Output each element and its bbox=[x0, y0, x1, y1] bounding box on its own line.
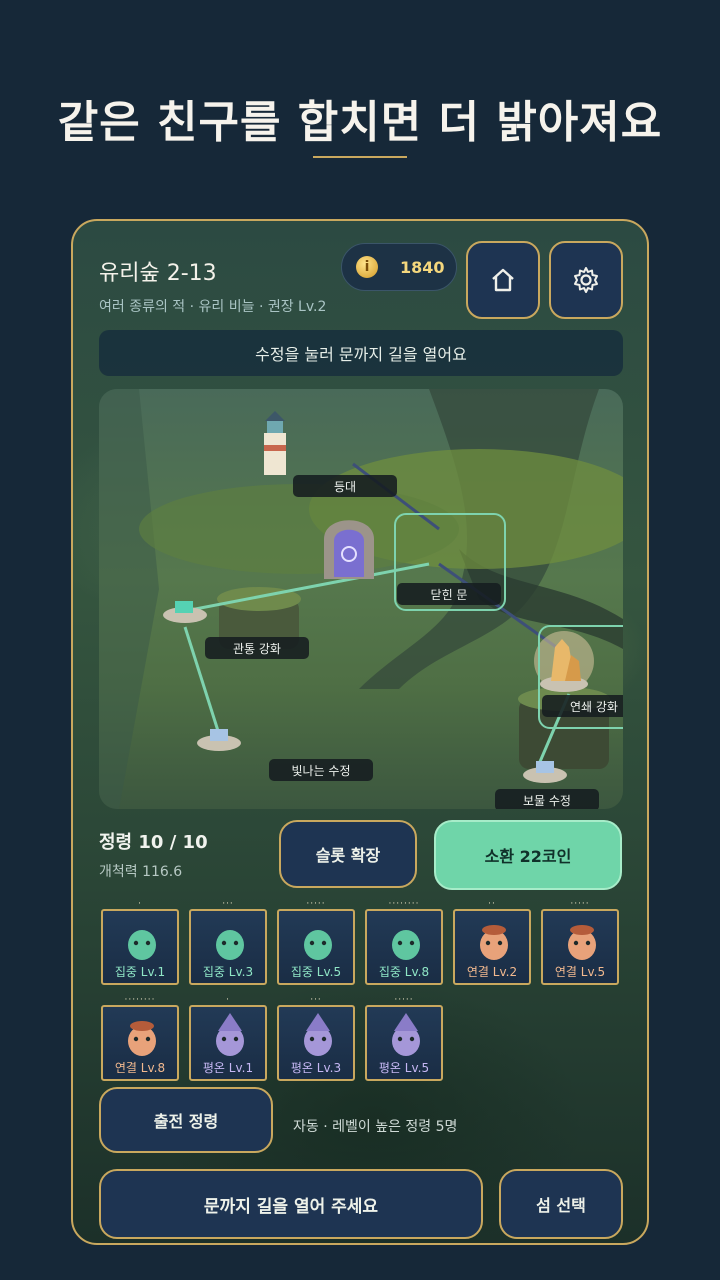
spirit-link-icon bbox=[568, 925, 596, 960]
spirit-label: 평온 Lv.1 bbox=[202, 1061, 254, 1075]
spirit-count: 정령 10 / 10 bbox=[99, 832, 208, 853]
coin-icon: i bbox=[356, 256, 378, 278]
spirit-label: 연결 Lv.8 bbox=[114, 1061, 166, 1075]
spirit-label: 평온 Lv.3 bbox=[290, 1061, 342, 1075]
spirit-level-dots: · bbox=[138, 899, 142, 909]
spirit-card[interactable]: ····· 집중 Lv.5 bbox=[277, 899, 355, 985]
node-label-pierce[interactable]: 관통 강화 bbox=[205, 637, 309, 659]
spirit-card[interactable]: ········ 연결 Lv.8 bbox=[101, 995, 179, 1081]
hint-banner: 수정을 눌러 문까지 길을 열어요 bbox=[99, 330, 623, 376]
stage-subtitle: 여러 종류의 적 · 유리 비늘 · 권장 Lv.2 bbox=[99, 299, 327, 315]
spirit-card[interactable]: ····· 평온 Lv.5 bbox=[365, 995, 443, 1081]
node-label-shining-crystal[interactable]: 빛나는 수정 bbox=[269, 759, 373, 781]
spirit-label: 연결 Lv.2 bbox=[466, 965, 518, 979]
summon-button[interactable]: 소환 22코인 bbox=[434, 820, 622, 890]
slot-expand-button[interactable]: 슬롯 확장 bbox=[279, 820, 417, 888]
spirit-level-dots: ··· bbox=[310, 995, 322, 1005]
spirit-link-icon bbox=[128, 1021, 156, 1056]
spirit-level-dots: ··· bbox=[222, 899, 234, 909]
map-scenery bbox=[99, 389, 623, 809]
spirit-label: 집중 Lv.8 bbox=[378, 965, 430, 979]
spirit-calm-icon bbox=[304, 1013, 332, 1056]
spirit-level-dots: ········ bbox=[124, 995, 156, 1005]
island-select-button[interactable]: 섬 선택 bbox=[499, 1169, 623, 1239]
gear-icon bbox=[574, 267, 598, 293]
node-label-gate[interactable]: 닫힌 문 bbox=[397, 583, 501, 605]
spirit-level-dots: · bbox=[226, 995, 230, 1005]
spirit-label: 집중 Lv.5 bbox=[290, 965, 342, 979]
stage-title: 유리숲 2-13 bbox=[99, 261, 217, 286]
settings-button[interactable] bbox=[549, 241, 623, 319]
spirit-level-dots: ·· bbox=[488, 899, 496, 909]
node-label-lighthouse[interactable]: 등대 bbox=[293, 475, 397, 497]
node-label-treasure-crystal[interactable]: 보물 수정 bbox=[495, 789, 599, 809]
spirit-card[interactable]: ··· 집중 Lv.3 bbox=[189, 899, 267, 985]
spirit-calm-icon bbox=[392, 1013, 420, 1056]
spirit-level-dots: ····· bbox=[394, 995, 414, 1005]
stage-map: 등대 닫힌 문 관통 강화 연쇄 강화 빛나는 수정 보물 수정 bbox=[99, 389, 623, 809]
spirit-level-dots: ····· bbox=[306, 899, 326, 909]
spirit-label: 집중 Lv.1 bbox=[114, 965, 166, 979]
pioneer-power: 개척력 116.6 bbox=[99, 864, 183, 880]
node-label-chain[interactable]: 연쇄 강화 bbox=[542, 695, 623, 717]
gate-icon bbox=[324, 520, 374, 579]
sortie-note: 자동 · 레벨이 높은 정령 5명 bbox=[293, 1119, 458, 1135]
spirit-focus-icon bbox=[128, 930, 156, 960]
headline-divider bbox=[313, 156, 407, 158]
spirit-card[interactable]: ····· 연결 Lv.5 bbox=[541, 899, 619, 985]
spirit-level-dots: ········ bbox=[388, 899, 420, 909]
spirit-label: 평온 Lv.5 bbox=[378, 1061, 430, 1075]
sortie-spirits-button[interactable]: 출전 정령 bbox=[99, 1087, 273, 1153]
spirit-label: 집중 Lv.3 bbox=[202, 965, 254, 979]
spirit-focus-icon bbox=[392, 930, 420, 960]
spirit-link-icon bbox=[480, 925, 508, 960]
game-panel: 유리숲 2-13 여러 종류의 적 · 유리 비늘 · 권장 Lv.2 i 18… bbox=[71, 219, 649, 1245]
spirit-level-dots: ····· bbox=[570, 899, 590, 909]
page-headline: 같은 친구를 합치면 더 밝아져요 bbox=[57, 97, 663, 148]
spirit-card[interactable]: ········ 집중 Lv.8 bbox=[365, 899, 443, 985]
crystal-pedestal-icon bbox=[163, 601, 207, 623]
lighthouse-icon bbox=[264, 411, 286, 475]
coin-counter: i 1840 bbox=[341, 243, 457, 291]
open-path-button[interactable]: 문까지 길을 열어 주세요 bbox=[99, 1169, 483, 1239]
home-icon bbox=[492, 268, 514, 292]
spirit-card[interactable]: ··· 평온 Lv.3 bbox=[277, 995, 355, 1081]
spirit-calm-icon bbox=[216, 1013, 244, 1056]
spirit-focus-icon bbox=[304, 930, 332, 960]
spirit-card[interactable]: · 평온 Lv.1 bbox=[189, 995, 267, 1081]
crystal-pedestal-icon bbox=[197, 729, 241, 751]
spirit-card[interactable]: · 집중 Lv.1 bbox=[101, 899, 179, 985]
home-button[interactable] bbox=[466, 241, 540, 319]
spirit-card[interactable]: ·· 연결 Lv.2 bbox=[453, 899, 531, 985]
spirit-label: 연결 Lv.5 bbox=[554, 965, 606, 979]
coin-value: 1840 bbox=[400, 257, 445, 277]
spirit-focus-icon bbox=[216, 930, 244, 960]
